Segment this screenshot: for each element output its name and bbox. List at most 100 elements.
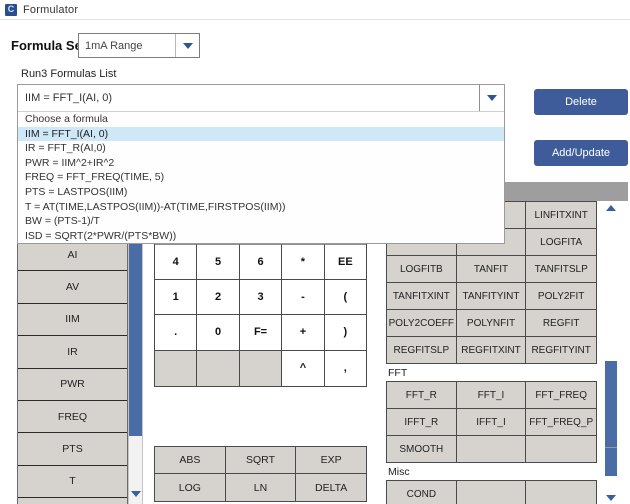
keypad-key[interactable]: 0 [197,315,240,351]
variable-item[interactable]: IIM [18,303,127,337]
variables-scrollbar[interactable] [128,238,143,504]
keypad-key[interactable]: 1 [155,279,198,315]
title-bar: C Formulator [0,0,630,20]
palette-function-button[interactable]: TANFITYINT [456,283,527,310]
function-button[interactable]: LOG [155,474,226,501]
keypad-key[interactable]: , [324,350,367,386]
keypad-key[interactable]: ) [324,315,367,351]
keypad-key[interactable]: + [282,315,325,351]
variable-item[interactable]: PTS [18,433,127,466]
function-button[interactable]: SQRT [225,447,297,474]
keypad-key[interactable]: ( [324,279,367,315]
function-palette: PLINFITXINTLOGFITALOGFITBTANFITTANFITSLP… [386,201,598,504]
variables-scroll-down-button[interactable] [129,487,142,501]
keypad-key[interactable]: ^ [282,350,325,386]
formula-dropdown-option[interactable]: ISD = SQRT(2*PWR/(PTS*BW)) [18,229,504,244]
keypad-row: . 0 F= +) [155,315,367,351]
palette-scroll-up-button[interactable] [604,201,618,214]
palette-function-button[interactable]: POLY2FIT [526,283,596,310]
keypad-key[interactable]: 4 [155,244,198,280]
keypad-row: 1 2 3-( [155,279,367,315]
palette-cell-empty [456,436,527,463]
keypad-key[interactable]: F= [239,315,283,351]
palette-scroll-down-button[interactable] [604,491,618,504]
formula-dropdown-option[interactable]: T = AT(TIME,LASTPOS(IIM))-AT(TIME,FIRSTP… [18,200,504,215]
variable-item[interactable]: T [18,465,127,499]
palette-function-button[interactable]: REGFITYINT [526,337,596,364]
palette-row: TANFITXINT TANFITYINT POLY2FIT [387,283,596,310]
palette-function-button[interactable]: POLYNFIT [456,310,527,337]
keypad-key[interactable]: 6 [239,244,283,280]
palette-row: SMOOTH [387,436,596,463]
keypad-key-blank [155,350,198,386]
palette-function-button[interactable]: TANFITXINT [387,283,457,310]
app-icon-glyph: C [7,4,15,14]
formula-combobox-field[interactable]: IIM = FFT_I(AI, 0) [18,85,504,112]
formula-combobox-value: IIM = FFT_I(AI, 0) [25,92,113,104]
chevron-down-icon [606,494,616,501]
palette-function-button[interactable]: TANFITSLP [526,256,596,283]
keypad-key[interactable]: - [282,279,325,315]
palette-function-button[interactable]: IFFT_R [387,409,457,436]
variable-item[interactable]: AV [18,271,127,304]
palette-function-button[interactable]: REGFITXINT [456,337,527,364]
function-button[interactable]: ABS [155,447,226,474]
formula-combobox[interactable]: IIM = FFT_I(AI, 0) Choose a formula IIM =… [17,84,505,245]
keypad-key[interactable]: EE [324,244,367,280]
formulas-list-caption: Run3 Formulas List [21,68,117,80]
formula-set-combobox[interactable]: 1mA Range [78,33,200,58]
palette-function-button[interactable]: REGFITSLP [387,337,457,364]
palette-scrollbar-thumb[interactable] [605,361,617,476]
formula-dropdown-option[interactable]: IIM = FFT_I(AI, 0) [18,126,504,142]
function-button[interactable]: DELTA [296,474,367,501]
palette-cell-empty [456,481,527,504]
variables-list[interactable]: AI AV IIM IR PWR FREQ PTS T [17,238,128,504]
palette-function-button[interactable]: LOGFITB [387,256,457,283]
formula-dropdown-option[interactable]: BW = (PTS-1)/T [18,214,504,229]
function-button[interactable]: EXP [296,447,367,474]
palette-function-button[interactable]: REGFIT [526,310,596,337]
formula-dropdown-option[interactable]: IR = FFT_R(AI,0) [18,141,504,156]
keypad-key[interactable]: . [155,315,198,351]
keypad-key-blank [197,350,240,386]
formula-dropdown-option[interactable]: PWR = IIM^2+IR^2 [18,156,504,171]
formula-dropdown-option[interactable]: Choose a formula [18,112,504,127]
palette-function-button[interactable]: FFT_R [387,382,457,409]
palette-function-button[interactable]: IFFT_I [456,409,527,436]
keypad-key[interactable]: 2 [197,279,240,315]
keypad-key[interactable]: * [282,244,325,280]
palette-function-button[interactable]: SMOOTH [387,436,457,463]
formula-set-label: Formula Set [11,38,87,53]
variable-item[interactable]: IR [18,336,127,369]
numeric-keypad: 4 5 6 * EE 1 2 3-(. 0 F= +) ^, [154,243,367,387]
palette-function-button[interactable]: FFT_FREQ [526,382,596,409]
palette-row: REGFITSLP REGFITXINT REGFITYINT [387,337,596,364]
palette-function-button[interactable]: FFT_I [456,382,527,409]
palette-function-button[interactable]: LOGFITA [526,229,596,256]
formula-dropdown-option[interactable]: FREQ = FFT_FREQ(TIME, 5) [18,170,504,185]
variables-scrollbar-thumb[interactable] [129,238,142,436]
palette-function-button[interactable]: COND [387,481,457,504]
variable-item[interactable]: FREQ [18,400,127,434]
palette-function-button[interactable]: FFT_FREQ_P [526,409,596,436]
scrollbar-thumb-divider [605,447,617,448]
palette-group-label: Misc [388,466,410,478]
variable-item[interactable]: PWR [18,368,127,401]
palette-function-button[interactable]: TANFIT [456,256,527,283]
add-update-button[interactable]: Add/Update [534,140,628,166]
palette-table: FFT_R FFT_I FFT_FREQ IFFT_R IFFT_I FFT_FREQ_P… [386,381,597,463]
function-button[interactable]: LN [225,474,297,501]
palette-scrollbar[interactable] [603,201,619,504]
formula-dropdown-option[interactable]: PTS = LASTPOS(IIM) [18,185,504,200]
palette-function-button[interactable]: POLY2COEFF [387,310,457,337]
palette-cell-empty [526,481,596,504]
formula-dropdown-list[interactable]: Choose a formula IIM = FFT_I(AI, 0) IR = F… [18,112,504,244]
palette-group-label: FFT [388,367,408,379]
palette-function-button[interactable]: LINFITXINT [526,202,596,229]
delete-button[interactable]: Delete [534,89,628,115]
keypad-key[interactable]: 5 [197,244,240,280]
formula-combobox-dropdown-button[interactable] [479,85,504,111]
keypad-key[interactable]: 3 [239,279,283,315]
formula-set-value: 1mA Range [85,39,143,52]
formula-set-dropdown-button[interactable] [175,34,199,57]
